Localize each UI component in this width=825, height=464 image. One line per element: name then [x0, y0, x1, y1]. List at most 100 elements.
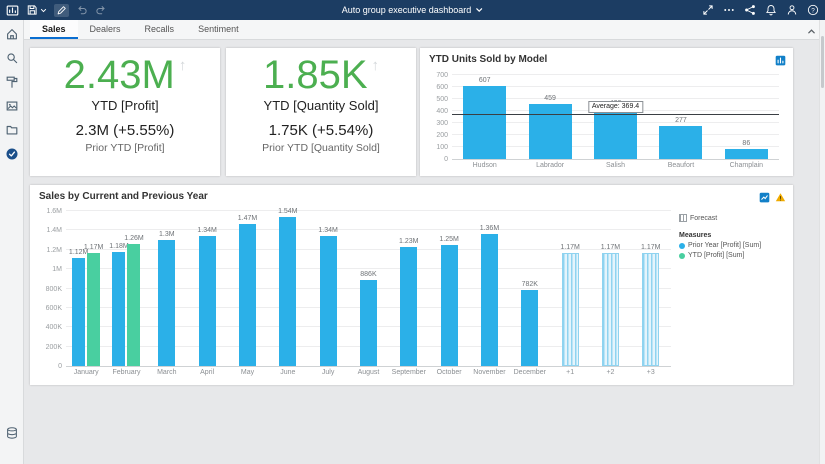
forecast-swatch: [679, 214, 687, 222]
edit-pencil-button[interactable]: [54, 4, 69, 17]
verified-check-icon[interactable]: [5, 147, 19, 161]
bar-prior-june[interactable]: [279, 217, 296, 366]
tab-dealers[interactable]: Dealers: [78, 20, 133, 39]
bar-value-label: 459: [517, 95, 582, 102]
x-axis-label: +3: [627, 369, 675, 376]
bar-ytd-february[interactable]: [127, 244, 140, 366]
bar-forecast-+1[interactable]: [562, 253, 579, 366]
bar-prior-march[interactable]: [158, 240, 175, 366]
bar-wrapper: 1.17M: [87, 211, 100, 366]
legend-item-ytd[interactable]: YTD [Profit] [Sum]: [679, 252, 785, 259]
bar-wrapper: 1.26M: [127, 211, 140, 366]
more-options-icon[interactable]: [723, 4, 735, 16]
category-cell: 1.3MMarch: [147, 211, 187, 366]
bar-value-label: 1.25M: [439, 236, 458, 243]
bar-wrapper: 1.23M: [400, 211, 417, 366]
fullscreen-expand-icon[interactable]: [702, 4, 714, 16]
cards-icon[interactable]: [5, 99, 19, 113]
bar-value-label: 86: [714, 140, 779, 147]
plot-cells: 607Hudson459Labrador420Salish277Beaufort…: [452, 75, 779, 159]
database-icon[interactable]: [5, 426, 19, 440]
bar-labrador[interactable]: [529, 104, 572, 159]
series-color-dot: [679, 243, 685, 249]
bar-group: 1.17M: [631, 211, 671, 366]
bar-group: 1.12M1.17M: [66, 211, 106, 366]
bar-wrapper: 1.47M: [239, 211, 256, 366]
y-axis-tick: 1.4M: [46, 227, 66, 234]
bar-prior-july[interactable]: [320, 236, 337, 366]
kpi-value: 2.43M: [64, 52, 175, 98]
category-cell: 1.23MSeptember: [389, 211, 429, 366]
bar-ytd-january[interactable]: [87, 253, 100, 366]
kpi-card-ytd-quantity: 1.85K ↑ YTD [Quantity Sold] 1.75K (+5.54…: [226, 48, 416, 176]
bar-wrapper: 782K: [521, 211, 538, 366]
legend-item-prior-year[interactable]: Prior Year [Profit] [Sum]: [679, 242, 785, 249]
folder-icon[interactable]: [5, 123, 19, 137]
category-cell: 1.25MOctober: [429, 211, 469, 366]
y-axis-tick: 600: [436, 84, 452, 91]
left-nav-rail: [0, 20, 24, 464]
bar-prior-september[interactable]: [400, 247, 417, 366]
bar-forecast-+2[interactable]: [602, 253, 619, 366]
tab-sentiment[interactable]: Sentiment: [186, 20, 251, 39]
category-cell: 420Salish: [583, 75, 648, 159]
bar-value-label: 1.17M: [84, 244, 103, 251]
chevron-down-icon: [40, 7, 47, 14]
category-cell: 886KAugust: [348, 211, 388, 366]
tab-sales[interactable]: Sales: [30, 20, 78, 39]
forecast-chart-icon[interactable]: [759, 190, 770, 208]
app-logo-icon[interactable]: [6, 4, 19, 17]
app-window: Auto group executive dashboard ?: [0, 0, 825, 464]
tab-recalls[interactable]: Recalls: [133, 20, 187, 39]
bar-prior-november[interactable]: [481, 234, 498, 366]
bar-beaufort[interactable]: [659, 126, 702, 159]
share-icon[interactable]: [744, 4, 756, 16]
category-cell: 277Beaufort: [648, 75, 713, 159]
redo-button[interactable]: [95, 4, 107, 16]
bar-group: 1.3M: [147, 211, 187, 366]
bar-group: 1.36M: [469, 211, 509, 366]
bar-prior-october[interactable]: [441, 245, 458, 366]
help-icon[interactable]: ?: [807, 4, 819, 16]
notifications-bell-icon[interactable]: [765, 4, 777, 16]
user-profile-icon[interactable]: [786, 4, 798, 16]
bar-salish[interactable]: [594, 109, 637, 159]
bar-prior-august[interactable]: [360, 280, 377, 366]
bar-value-label: 1.17M: [601, 244, 620, 251]
bar-value-label: 1.36M: [480, 225, 499, 232]
category-cell: 1.36MNovember: [469, 211, 509, 366]
x-axis-label: Hudson: [448, 162, 521, 169]
bar-value-label: 1.26M: [124, 235, 143, 242]
trend-up-icon: ↑: [372, 57, 380, 74]
bar-prior-january[interactable]: [72, 258, 85, 367]
chart-action-icon[interactable]: [775, 53, 786, 71]
bar-group: 1.18M1.26M: [106, 211, 146, 366]
warning-icon[interactable]: [775, 190, 786, 208]
chart-title: YTD Units Sold by Model: [429, 54, 547, 65]
y-axis-tick: 300: [436, 120, 452, 127]
scrollbar[interactable]: [819, 20, 825, 464]
legend-measures-title: Measures: [679, 232, 785, 239]
bar-prior-february[interactable]: [112, 252, 125, 366]
scrollbar-thumb[interactable]: [821, 36, 824, 88]
legend-item-forecast[interactable]: Forecast: [679, 214, 785, 222]
collapse-header-chevron-icon[interactable]: [807, 23, 816, 41]
paint-roller-icon[interactable]: [5, 75, 19, 89]
bar-prior-may[interactable]: [239, 224, 256, 366]
undo-button[interactable]: [76, 4, 88, 16]
bar-hudson[interactable]: [463, 86, 506, 159]
average-line-label: Average: 369.4: [588, 101, 643, 113]
search-icon[interactable]: [5, 51, 19, 65]
shell-bar-right: ?: [702, 4, 819, 16]
home-icon[interactable]: [5, 27, 19, 41]
bar-prior-april[interactable]: [199, 236, 216, 366]
bar-forecast-+3[interactable]: [642, 253, 659, 366]
bar-prior-december[interactable]: [521, 290, 538, 366]
category-cell: 1.17M+1: [550, 211, 590, 366]
bar-group: 1.34M: [308, 211, 348, 366]
save-button[interactable]: [26, 4, 47, 16]
dashboard-title-menu[interactable]: Auto group executive dashboard: [342, 5, 484, 15]
bar-value-label: 1.17M: [560, 244, 579, 251]
bar-champlain[interactable]: [725, 149, 768, 159]
chevron-down-icon: [475, 6, 483, 14]
